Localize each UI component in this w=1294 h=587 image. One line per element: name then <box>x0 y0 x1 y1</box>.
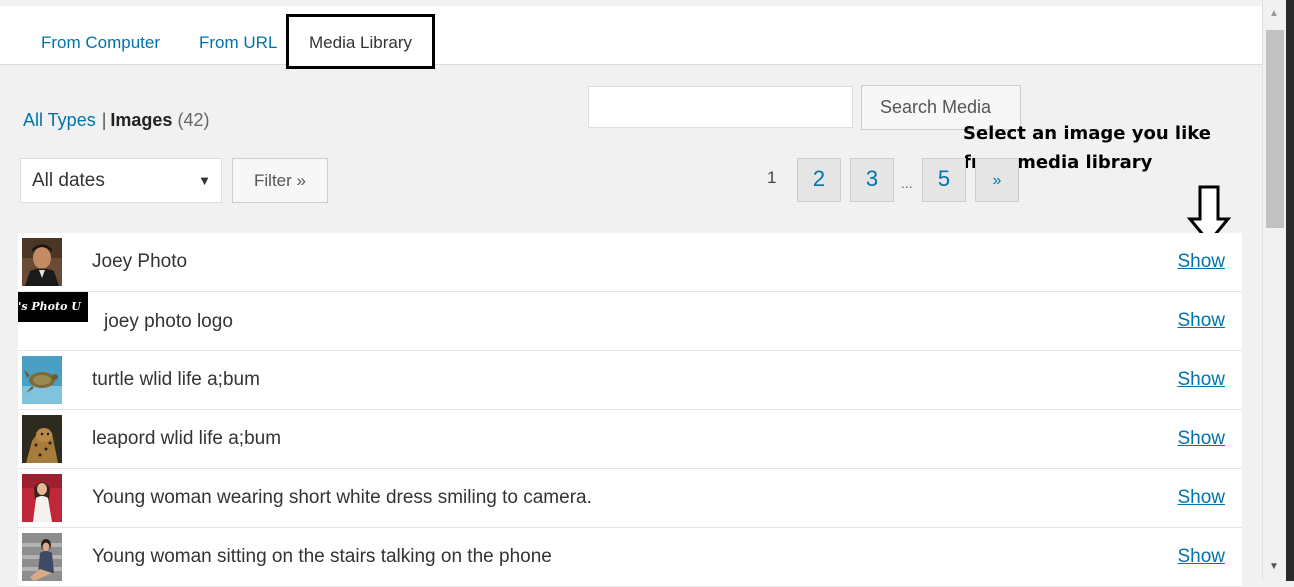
media-row[interactable]: Young woman wearing short white dress sm… <box>18 469 1242 528</box>
show-link[interactable]: Show <box>1177 310 1225 332</box>
media-row[interactable]: Young woman sitting on the stairs talkin… <box>18 528 1242 587</box>
date-filter-value: All dates <box>32 170 105 191</box>
show-link[interactable]: Show <box>1177 428 1225 450</box>
media-title: turtle wlid life a;bum <box>92 369 260 390</box>
all-types-link[interactable]: All Types <box>23 110 96 130</box>
tab-bar: From Computer From URL <box>0 6 1262 65</box>
window-edge <box>1286 0 1294 581</box>
type-filter: All Types | Images (42) <box>23 110 209 131</box>
media-row[interactable]: 's Photo U joey photo logo Show <box>18 292 1242 351</box>
chevron-down-icon: ▼ <box>198 173 211 188</box>
type-separator: | <box>101 110 107 130</box>
scroll-up-icon[interactable]: ▲ <box>1269 8 1279 19</box>
media-list: Joey Photo Show 's Photo U joey photo lo… <box>18 233 1242 587</box>
page-2-button[interactable]: 2 <box>797 158 841 202</box>
scroll-down-icon[interactable]: ▼ <box>1269 561 1279 572</box>
media-title: Joey Photo <box>92 251 188 272</box>
logo-thumbnail: 's Photo U <box>18 292 88 322</box>
leopard-thumbnail <box>22 415 62 463</box>
media-title: joey photo logo <box>104 311 233 332</box>
page-current: 1 <box>767 168 777 187</box>
annotation-line-1: Select an image you like <box>963 123 1211 144</box>
show-link[interactable]: Show <box>1177 251 1225 273</box>
show-link[interactable]: Show <box>1177 546 1225 568</box>
media-row[interactable]: turtle wlid life a;bum Show <box>18 351 1242 410</box>
turtle-thumbnail <box>22 356 62 404</box>
media-row[interactable]: leapord wlid life a;bum Show <box>18 410 1242 469</box>
media-title: Young woman wearing short white dress sm… <box>92 487 592 508</box>
portrait-man-thumbnail <box>22 238 62 286</box>
tab-media-library[interactable]: Media Library <box>286 14 435 69</box>
filter-button[interactable]: Filter » <box>232 158 328 203</box>
media-dialog: From Computer From URL Media Library All… <box>0 0 1262 587</box>
media-title: Young woman sitting on the stairs talkin… <box>92 546 552 567</box>
vertical-scrollbar[interactable]: ▲ ▼ <box>1262 0 1287 581</box>
date-filter-select[interactable]: All dates ▼ <box>20 158 222 203</box>
scrollbar-thumb[interactable] <box>1266 30 1284 228</box>
media-row[interactable]: Joey Photo Show <box>18 233 1242 292</box>
tab-from-url[interactable]: From URL <box>199 33 277 53</box>
page-ellipsis: ... <box>901 175 913 191</box>
search-media-input[interactable] <box>588 86 853 128</box>
show-link[interactable]: Show <box>1177 487 1225 509</box>
tab-from-computer[interactable]: From Computer <box>41 33 160 53</box>
images-count: (42) <box>177 110 210 130</box>
page-3-button[interactable]: 3 <box>850 158 894 202</box>
woman-white-dress-thumbnail <box>22 474 62 522</box>
page-5-button[interactable]: 5 <box>922 158 966 202</box>
woman-stairs-thumbnail <box>22 533 62 581</box>
media-title: leapord wlid life a;bum <box>92 428 282 449</box>
images-filter-current[interactable]: Images <box>110 110 172 130</box>
next-page-button[interactable]: » <box>975 158 1019 202</box>
show-link[interactable]: Show <box>1177 369 1225 391</box>
